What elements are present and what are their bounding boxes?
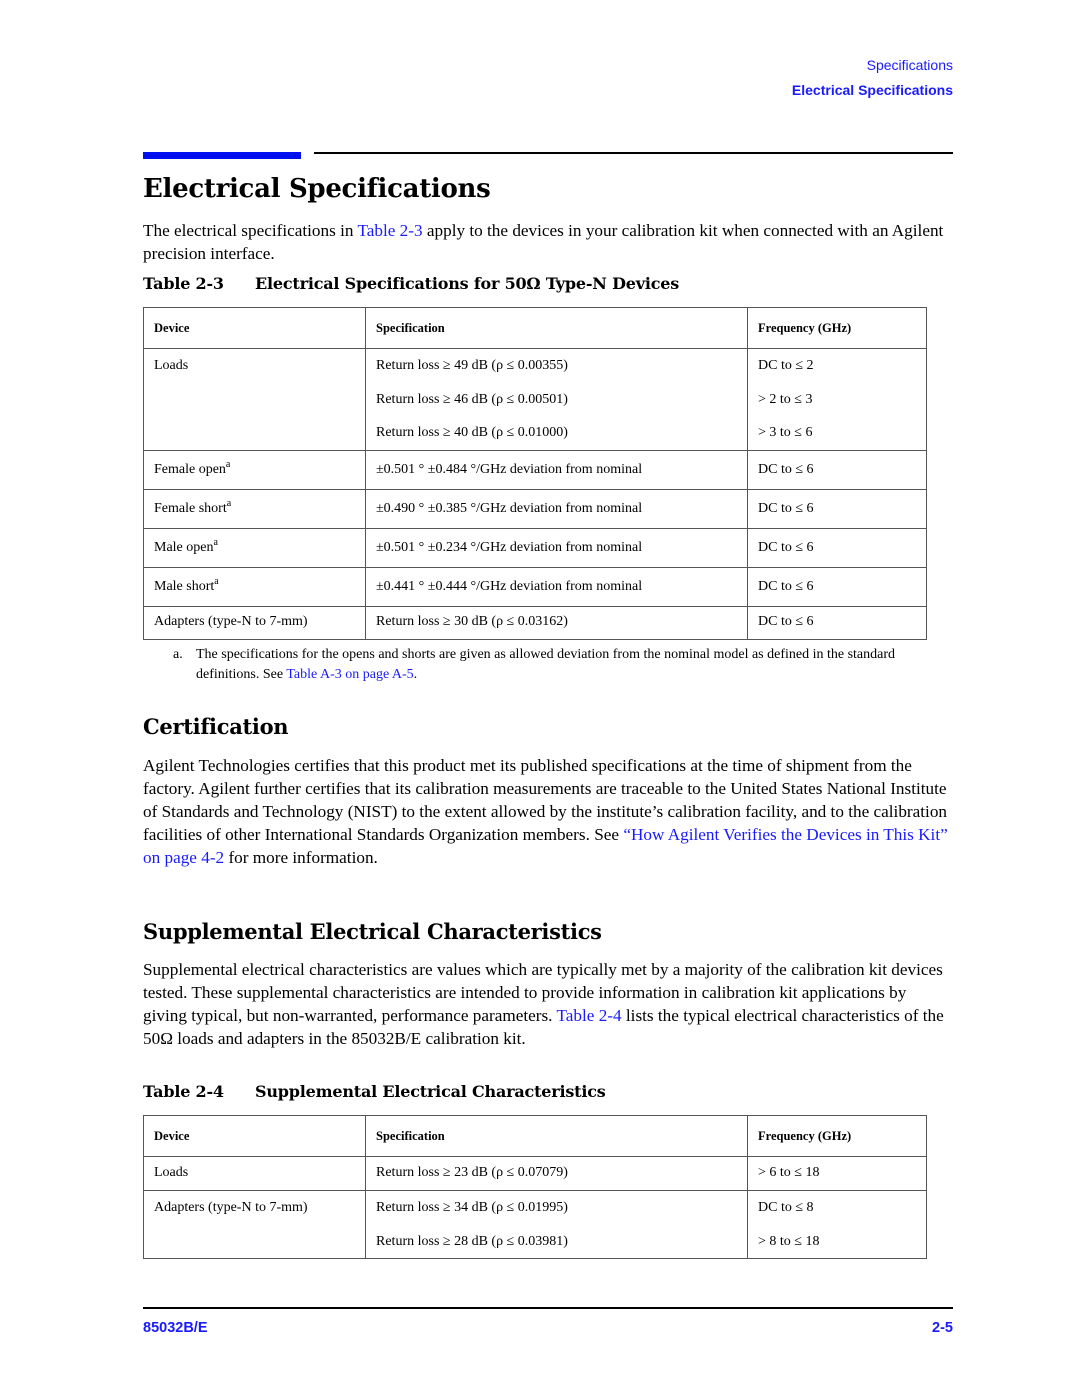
device-cell: Adapters (type-N to 7-mm): [154, 1200, 308, 1215]
footnote-marker: a: [214, 575, 219, 587]
device-cell: Loads: [143, 1156, 366, 1191]
spec-cell: ±0.441 ° ±0.444 °/GHz deviation from nom…: [365, 566, 748, 607]
table-2-4-link[interactable]: Table 2-4: [556, 1006, 621, 1025]
table-2-3-link[interactable]: Table 2-3: [357, 221, 422, 240]
table-number: Table 2-4: [143, 1082, 224, 1101]
table-row: Adapters (type-N to 7-mm) Return loss ≥ …: [143, 605, 927, 640]
spec-cell: ±0.490 ° ±0.385 °/GHz deviation from nom…: [365, 488, 748, 529]
spec-cell: Return loss ≥ 49 dB (ρ ≤ 0.00355): [376, 358, 568, 373]
column-header-specification: Specification: [365, 307, 748, 349]
table-a-3-link[interactable]: Table A-3 on page A-5: [286, 667, 413, 682]
table-title: Supplemental Electrical Characteristics: [255, 1082, 606, 1101]
spec-cell: ±0.501 ° ±0.234 °/GHz deviation from nom…: [365, 527, 748, 568]
electrical-specifications-table: Device Specification Frequency (GHz) Loa…: [143, 307, 927, 640]
spec-cell: Return loss ≥ 34 dB (ρ ≤ 0.01995): [376, 1200, 568, 1215]
table-2-3-caption: Table 2-3 Electrical Specifications for 5…: [143, 274, 679, 293]
table-row: Loads Return loss ≥ 49 dB (ρ ≤ 0.00355) …: [143, 348, 927, 451]
table-row: Male shorta ±0.441 ° ±0.444 °/GHz deviat…: [143, 566, 927, 607]
certification-paragraph: Agilent Technologies certifies that this…: [143, 754, 953, 869]
spec-cell: Return loss ≥ 40 dB (ρ ≤ 0.01000): [376, 425, 568, 440]
table-number: Table 2-3: [143, 274, 224, 293]
frequency-cell: DC to ≤ 6: [747, 488, 927, 529]
column-header-specification: Specification: [365, 1115, 748, 1157]
table-footnote: a. The specifications for the opens and …: [173, 645, 933, 685]
running-header-subsection[interactable]: Electrical Specifications: [792, 82, 953, 98]
frequency-cell: DC to ≤ 8: [758, 1200, 814, 1215]
device-cell: Male opena: [143, 527, 366, 568]
certification-heading: Certification: [143, 714, 289, 739]
spec-cell: ±0.501 ° ±0.484 °/GHz deviation from nom…: [365, 449, 748, 490]
column-header-frequency: Frequency (GHz): [747, 307, 927, 349]
table-row: Adapters (type-N to 7-mm) Return loss ≥ …: [143, 1190, 927, 1259]
footer-rule: [143, 1307, 953, 1309]
column-header-device: Device: [143, 307, 366, 349]
spec-cell: Return loss ≥ 46 dB (ρ ≤ 0.00501): [376, 391, 568, 407]
table-row: Female opena ±0.501 ° ±0.484 °/GHz devia…: [143, 449, 927, 490]
table-2-4-caption: Table 2-4 Supplemental Electrical Charact…: [143, 1082, 606, 1101]
supplemental-heading: Supplemental Electrical Characteristics: [143, 919, 602, 944]
table-title: Electrical Specifications for 50Ω Type-N…: [255, 274, 680, 293]
footnote-marker: a: [226, 497, 232, 509]
footnote-marker: a: [213, 536, 218, 548]
header-accent-bar: [143, 152, 301, 159]
device-name: Male short: [154, 578, 215, 594]
supplemental-characteristics-table: Device Specification Frequency (GHz) Loa…: [143, 1115, 927, 1259]
spec-cell: Return loss ≥ 28 dB (ρ ≤ 0.03981): [376, 1233, 568, 1249]
frequency-cell: DC to ≤ 6: [747, 527, 927, 568]
device-name: Female open: [154, 461, 226, 477]
footer-page-number: 2-5: [932, 1320, 953, 1336]
frequency-cell: DC to ≤ 6: [747, 566, 927, 607]
frequency-cell: DC to ≤ 2: [758, 358, 814, 373]
table-header-row: Device Specification Frequency (GHz): [143, 307, 927, 349]
frequency-cell: DC to ≤ 6: [747, 605, 927, 640]
intro-paragraph: The electrical specifications in Table 2…: [143, 219, 953, 265]
spec-cell: Return loss ≥ 30 dB (ρ ≤ 0.03162): [365, 605, 748, 640]
spec-cell: Return loss ≥ 23 dB (ρ ≤ 0.07079): [365, 1156, 748, 1191]
column-header-frequency: Frequency (GHz): [747, 1115, 927, 1157]
table-row: Loads Return loss ≥ 23 dB (ρ ≤ 0.07079) …: [143, 1156, 927, 1191]
running-header-section[interactable]: Specifications: [867, 57, 953, 73]
table-row: Male opena ±0.501 ° ±0.234 °/GHz deviati…: [143, 527, 927, 568]
page-title: Electrical Specifications: [143, 174, 491, 204]
frequency-cell: > 8 to ≤ 18: [758, 1233, 820, 1249]
footnote-marker: a: [225, 458, 231, 470]
frequency-cell: DC to ≤ 6: [747, 449, 927, 490]
device-cell: Adapters (type-N to 7-mm): [143, 605, 366, 640]
certification-text-end: for more information.: [224, 848, 378, 867]
intro-text: The electrical specifications in: [143, 221, 358, 240]
frequency-cell: > 6 to ≤ 18: [747, 1156, 927, 1191]
device-cell: Female opena: [143, 449, 366, 490]
frequency-cell: > 3 to ≤ 6: [758, 425, 813, 440]
table-row: Female shorta ±0.490 ° ±0.385 °/GHz devi…: [143, 488, 927, 529]
frequency-cell: > 2 to ≤ 3: [758, 391, 813, 407]
header-rule: [314, 152, 953, 154]
device-name: Male open: [154, 539, 214, 555]
footnote-end: .: [413, 667, 418, 682]
device-cell: Female shorta: [143, 488, 366, 529]
device-name: Female short: [154, 500, 227, 516]
device-cell: Loads: [154, 358, 189, 373]
supplemental-paragraph: Supplemental electrical characteristics …: [143, 958, 953, 1050]
footer-model: 85032B/E: [143, 1320, 208, 1336]
table-header-row: Device Specification Frequency (GHz): [143, 1115, 927, 1157]
footnote-label: a.: [173, 647, 183, 662]
column-header-device: Device: [143, 1115, 366, 1157]
device-cell: Male shorta: [143, 566, 366, 607]
